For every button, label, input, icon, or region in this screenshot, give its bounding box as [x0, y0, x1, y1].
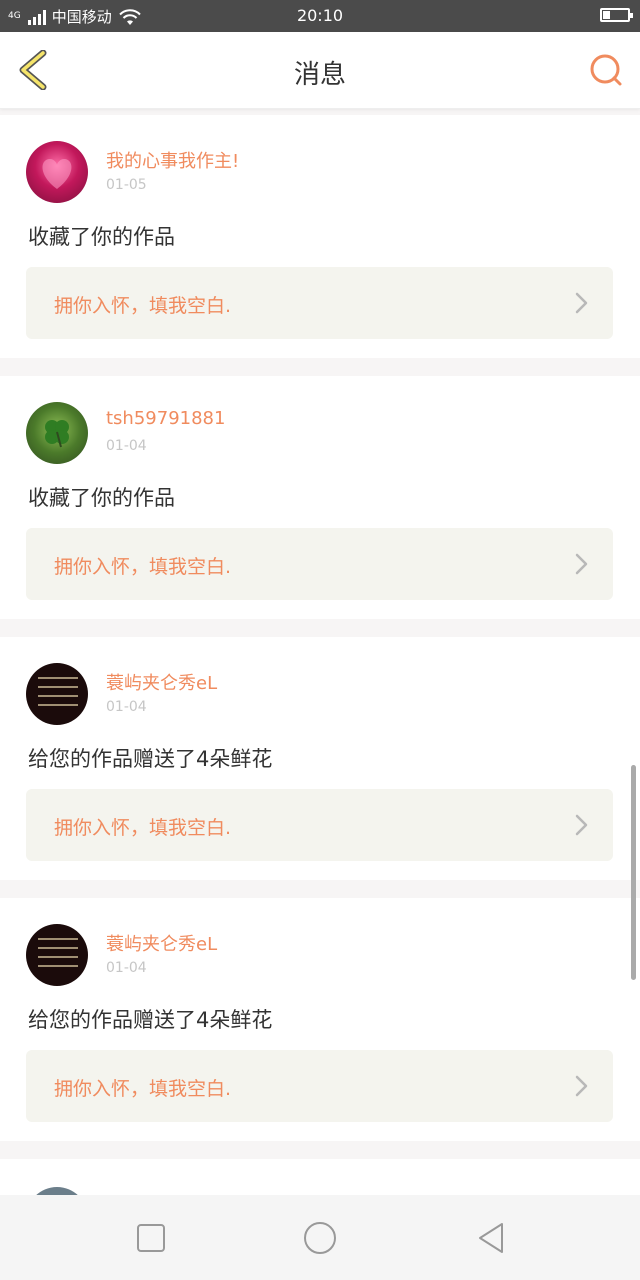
user-name[interactable]: tsh59791881: [106, 408, 225, 429]
avatar[interactable]: [26, 402, 88, 464]
chevron-right-icon: [575, 292, 588, 314]
chevron-right-icon: [575, 1075, 588, 1097]
work-title: 拥你入怀，填我空白.: [54, 1078, 232, 1100]
status-bar: 4G 中国移动 20:10: [0, 0, 640, 32]
avatar[interactable]: [26, 141, 88, 203]
message-action: 给您的作品赠送了4朵鲜花: [28, 1008, 273, 1032]
message-action: 收藏了你的作品: [28, 225, 175, 249]
avatar[interactable]: [26, 663, 88, 725]
message-list: 我的心事我作主! 01-05 收藏了你的作品 拥你入怀，填我空白. tsh597…: [0, 115, 640, 1199]
scrollbar[interactable]: [631, 765, 636, 980]
app-header: 消息: [0, 32, 640, 109]
battery-icon: [600, 8, 633, 22]
clover-icon: [45, 420, 69, 448]
triangle-back-icon[interactable]: [474, 1221, 508, 1255]
message-action: 收藏了你的作品: [28, 486, 175, 510]
square-icon[interactable]: [134, 1221, 168, 1255]
work-link[interactable]: 拥你入怀，填我空白.: [26, 528, 613, 600]
message-date: 01-04: [106, 699, 147, 715]
message-card-partial: [0, 1159, 640, 1199]
message-card: 蓑屿夹仑秀eL 01-04 给您的作品赠送了4朵鲜花 拥你入怀，填我空白.: [0, 637, 640, 880]
avatar-text-lines: [38, 677, 78, 713]
message-card: 我的心事我作主! 01-05 收藏了你的作品 拥你入怀，填我空白.: [0, 115, 640, 358]
work-link[interactable]: 拥你入怀，填我空白.: [26, 267, 613, 339]
message-date: 01-04: [106, 960, 147, 976]
chevron-right-icon: [575, 553, 588, 575]
work-title: 拥你入怀，填我空白.: [54, 556, 232, 578]
work-link[interactable]: 拥你入怀，填我空白.: [26, 789, 613, 861]
circle-icon[interactable]: [303, 1221, 337, 1255]
work-link[interactable]: 拥你入怀，填我空白.: [26, 1050, 613, 1122]
clock: 20:10: [296, 6, 344, 25]
message-date: 01-04: [106, 438, 147, 454]
avatar-text-lines: [38, 938, 78, 974]
message-card: 蓑屿夹仑秀eL 01-04 给您的作品赠送了4朵鲜花 拥你入怀，填我空白.: [0, 898, 640, 1141]
page-title: 消息: [293, 60, 346, 90]
work-title: 拥你入怀，填我空白.: [54, 295, 232, 317]
heart-icon: [42, 159, 72, 189]
message-action: 给您的作品赠送了4朵鲜花: [28, 747, 273, 771]
avatar[interactable]: [26, 924, 88, 986]
chevron-right-icon: [575, 814, 588, 836]
user-name[interactable]: 蓑屿夹仑秀eL: [106, 669, 217, 695]
user-name[interactable]: 蓑屿夹仑秀eL: [106, 930, 217, 956]
work-title: 拥你入怀，填我空白.: [54, 817, 232, 839]
battery-level: [603, 11, 610, 19]
message-card: tsh59791881 01-04 收藏了你的作品 拥你入怀，填我空白.: [0, 376, 640, 619]
user-name[interactable]: 我的心事我作主!: [106, 147, 239, 173]
search-icon[interactable]: [588, 52, 624, 88]
system-nav-bar: [0, 1195, 640, 1280]
message-date: 01-05: [106, 177, 147, 193]
